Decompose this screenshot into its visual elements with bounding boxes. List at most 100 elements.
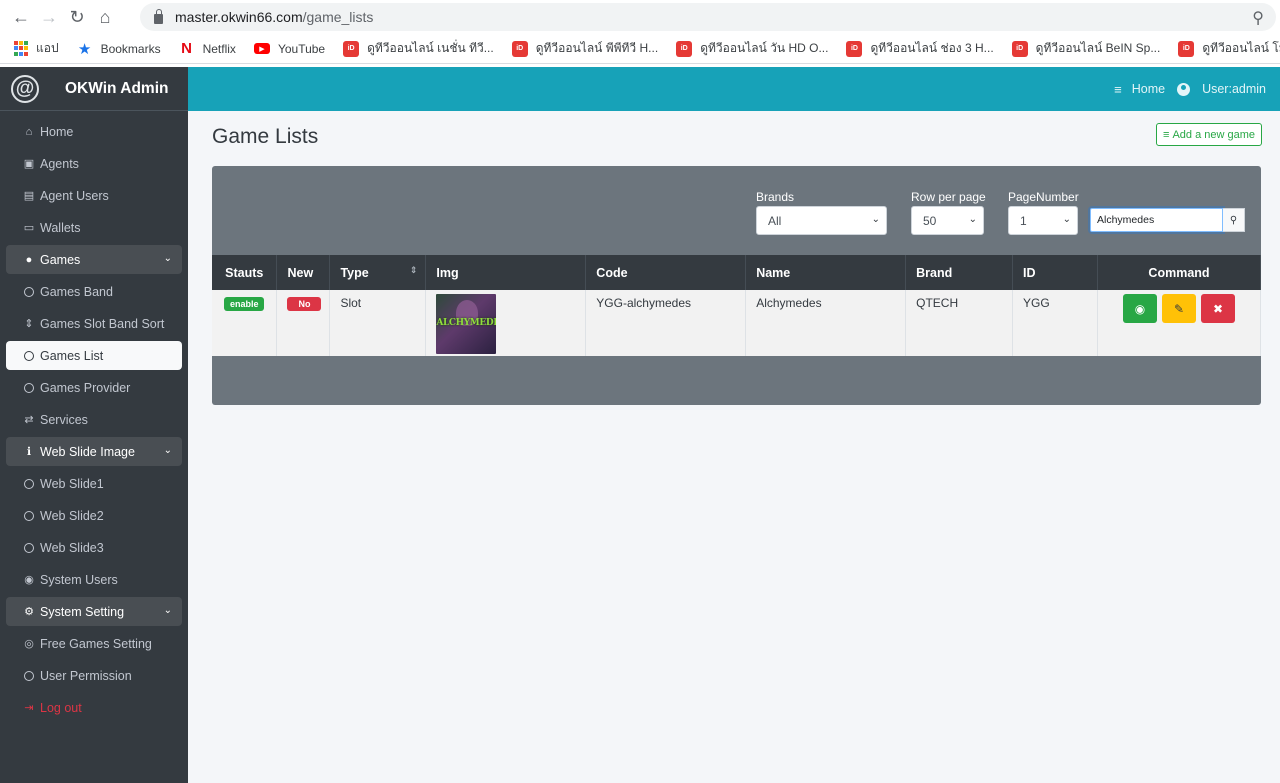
trueid-icon: iD [511, 40, 528, 57]
col-img[interactable]: Img [425, 255, 587, 290]
nav-user-link[interactable]: User:admin [1177, 82, 1266, 96]
browser-toolbar: ← → ↻ ⌂ master.okwin66.com/game_lists ⚲ [0, 0, 1280, 34]
apps-icon [14, 40, 28, 57]
close-icon: ✖ [1212, 301, 1224, 316]
at-logo-icon: @ [11, 74, 39, 103]
back-icon[interactable]: ← [10, 6, 32, 28]
chevron-down-icon: ⌄ [163, 253, 172, 264]
col-command[interactable]: Command [1097, 255, 1262, 290]
delete-button[interactable]: ✖ [1200, 294, 1235, 323]
search-input[interactable]: Alchymedes [1090, 208, 1223, 232]
address-bar[interactable]: master.okwin66.com/game_lists ⚲ [140, 3, 1276, 31]
chevron-down-icon: ⌄ [163, 605, 172, 616]
url-text: master.okwin66.com/game_lists [175, 9, 374, 25]
bookmark-bookmarks[interactable]: ★ Bookmarks [77, 41, 161, 58]
circle-icon [22, 510, 36, 521]
nav-home-link[interactable]: ≡ Home [1114, 82, 1165, 97]
sidebar-item-games-provider[interactable]: Games Provider [6, 373, 182, 402]
sidebar-item-system-users[interactable]: ◉ System Users [6, 565, 182, 594]
sidebar-item-wallets[interactable]: ▭ Wallets [6, 213, 182, 242]
gamepad-icon: ◎ [24, 638, 34, 650]
forward-icon[interactable]: → [38, 6, 60, 28]
trueid-icon: iD [343, 40, 360, 57]
bookmark-trueid-1[interactable]: iD ดูทีวีออนไลน์ เนชั่น ทีวี... [343, 39, 494, 58]
page-title: Game Lists [212, 125, 319, 148]
sidebar-item-services[interactable]: ⇄ Services [6, 405, 182, 434]
sidebar-item-web-slide-image[interactable]: ℹ Web Slide Image ⌄ [6, 437, 182, 466]
main-content: Game Lists ≡ Add a new game Brands All ⌄… [188, 111, 1280, 783]
sidebar-item-web-slide3[interactable]: Web Slide3 [6, 533, 182, 562]
bookmark-trueid-2[interactable]: iD ดูทีวีออนไลน์ พีพีทีวี H... [511, 39, 658, 58]
netflix-icon: N [181, 40, 193, 57]
col-type[interactable]: Type ⇕ [329, 255, 427, 290]
cell-brand: QTECH [905, 290, 1014, 356]
col-status[interactable]: Stauts [212, 255, 278, 290]
cell-status: enable [212, 290, 278, 356]
search-group: Alchymedes ⚲ [1090, 208, 1245, 232]
cell-command: ◉ ✎ ✖ [1097, 290, 1262, 356]
edit-icon: ✎ [1173, 301, 1185, 316]
game-list-card: Brands All ⌄ Row per page 50 ⌄ PageNumbe… [212, 166, 1262, 405]
col-brand[interactable]: Brand [905, 255, 1014, 290]
cell-code: YGG-alchymedes [585, 290, 747, 356]
sidebar-item-system-setting[interactable]: ⚙ System Setting ⌄ [6, 597, 182, 626]
money-icon: ▭ [23, 222, 35, 234]
edit-button[interactable]: ✎ [1161, 294, 1196, 323]
sidebar-item-user-permission[interactable]: User Permission [6, 661, 182, 690]
sidebar-item-logout[interactable]: ⇥ Log out [6, 693, 182, 722]
trueid-icon: iD [846, 40, 863, 57]
sidebar: @ OKWin Admin ⌂ Home ▣ Agents ▤ Agent Us… [0, 67, 188, 783]
user-circle-icon: ◉ [24, 574, 34, 586]
chevron-down-icon: ⌄ [163, 445, 172, 456]
page-number-label: PageNumber [1008, 190, 1079, 204]
zoom-icon[interactable]: ⚲ [1252, 8, 1264, 28]
sidebar-item-web-slide2[interactable]: Web Slide2 [6, 501, 182, 530]
reload-icon[interactable]: ↻ [66, 6, 88, 28]
sidebar-item-games[interactable]: ● Games ⌄ [6, 245, 182, 274]
home-icon: ⌂ [25, 125, 33, 138]
view-button[interactable]: ◉ [1122, 294, 1157, 323]
sidebar-item-agents[interactable]: ▣ Agents [6, 149, 182, 178]
id-badge-icon: ▣ [23, 158, 35, 170]
bars-icon: ≡ [1114, 81, 1122, 97]
bookmark-apps[interactable]: แอป [14, 39, 59, 58]
trueid-icon: iD [676, 40, 693, 57]
sidebar-item-games-band[interactable]: Games Band [6, 277, 182, 306]
col-name[interactable]: Name [745, 255, 907, 290]
home-icon[interactable]: ⌂ [94, 6, 116, 28]
bookmark-trueid-5[interactable]: iD ดูทีวีออนไลน์ BeIN Sp... [1011, 39, 1160, 58]
status-badge: enable [223, 297, 265, 311]
page-number-select[interactable]: 1 ⌄ [1008, 206, 1078, 235]
brand-link[interactable]: @ OKWin Admin [0, 67, 188, 111]
col-code[interactable]: Code [585, 255, 747, 290]
cogs-icon: ⚙ [24, 606, 34, 618]
table-header-row: Stauts New Type ⇕ Img Code Name Brand ID … [212, 255, 1262, 290]
search-button[interactable]: ⚲ [1223, 208, 1245, 232]
bookmark-trueid-6[interactable]: iD ดูทีวีออนไลน์ โมโน 29... [1178, 39, 1280, 58]
sidebar-menu: ⌂ Home ▣ Agents ▤ Agent Users ▭ Wallets … [0, 111, 188, 722]
new-badge: No [287, 297, 322, 311]
sidebar-item-games-list[interactable]: Games List [6, 341, 182, 370]
brands-select[interactable]: All ⌄ [756, 206, 887, 235]
col-id[interactable]: ID [1012, 255, 1098, 290]
users-icon: ● [25, 253, 33, 266]
bookmark-trueid-3[interactable]: iD ดูทีวีออนไลน์ วัน HD O... [676, 39, 828, 58]
cell-name: Alchymedes [745, 290, 907, 356]
trueid-icon: iD [1178, 40, 1195, 57]
bookmark-netflix[interactable]: N Netflix [179, 40, 236, 57]
add-new-game-button[interactable]: ≡ Add a new game [1156, 123, 1262, 146]
cell-type: Slot [329, 290, 427, 356]
sidebar-item-games-slot-band-sort[interactable]: ⇕ Games Slot Band Sort [6, 309, 182, 338]
bookmark-youtube[interactable]: ▶ YouTube [253, 42, 325, 56]
sign-out-icon: ⇥ [24, 702, 34, 714]
circle-icon [22, 478, 36, 489]
col-new[interactable]: New [276, 255, 331, 290]
sidebar-item-web-slide1[interactable]: Web Slide1 [6, 469, 182, 498]
page-number-filter: PageNumber 1 ⌄ [1008, 190, 1079, 235]
rows-per-page-label: Row per page [911, 190, 986, 204]
sidebar-item-home[interactable]: ⌂ Home [6, 117, 182, 146]
bookmark-trueid-4[interactable]: iD ดูทีวีออนไลน์ ช่อง 3 H... [846, 39, 994, 58]
rows-per-page-select[interactable]: 50 ⌄ [911, 206, 984, 235]
sidebar-item-free-games-setting[interactable]: ◎ Free Games Setting [6, 629, 182, 658]
sidebar-item-agent-users[interactable]: ▤ Agent Users [6, 181, 182, 210]
